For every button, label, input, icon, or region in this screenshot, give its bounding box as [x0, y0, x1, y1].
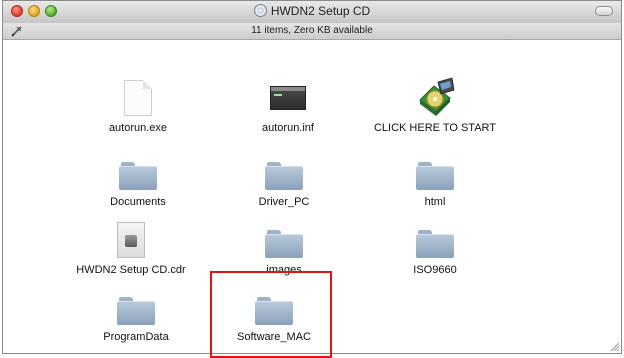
folder-item-driver-pc[interactable]: Driver_PC	[209, 148, 359, 208]
cd-icon	[253, 4, 267, 17]
file-label: CLICK HERE TO START	[373, 122, 497, 134]
disk-image-icon	[117, 222, 145, 258]
file-label: html	[424, 196, 446, 208]
file-item-click-here-to-start[interactable]: CLICK HERE TO START	[360, 74, 510, 134]
file-label: autorun.inf	[262, 122, 314, 134]
title-bar[interactable]: HWDN2 Setup CD	[3, 1, 621, 24]
file-label: ProgramData	[103, 331, 169, 343]
file-label: Driver_PC	[258, 196, 310, 208]
folder-item-programdata[interactable]: ProgramData	[61, 283, 211, 343]
icon-container	[360, 74, 510, 118]
file-item-autorun-inf[interactable]: autorun.inf	[213, 74, 363, 134]
folder-icon	[265, 162, 303, 190]
file-item-disk-image[interactable]: HWDN2 Setup CD.cdr	[56, 216, 206, 276]
folder-icon	[119, 162, 157, 190]
icon-container	[63, 74, 213, 118]
icon-container	[61, 283, 211, 327]
file-label: Documents	[110, 196, 166, 208]
status-bar: 11 items, Zero KB available	[3, 23, 621, 40]
highlight-box	[210, 271, 332, 358]
icon-container	[56, 216, 206, 260]
icon-container	[213, 74, 363, 118]
resize-grip-icon[interactable]	[609, 341, 619, 351]
folder-item-html[interactable]: html	[360, 148, 510, 208]
icon-container	[360, 148, 510, 192]
file-label: HWDN2 Setup CD.cdr	[76, 264, 186, 276]
file-item-autorun-exe[interactable]: autorun.exe	[63, 74, 213, 134]
folder-icon	[416, 162, 454, 190]
folder-item-images[interactable]: images	[209, 216, 359, 276]
folder-icon	[416, 230, 454, 258]
folder-item-iso9660[interactable]: ISO9660	[360, 216, 510, 276]
file-label: ISO9660	[413, 264, 457, 276]
icon-container	[209, 216, 359, 260]
icon-container	[63, 148, 213, 192]
folder-icon	[117, 297, 155, 325]
pencil-icon	[11, 26, 22, 37]
terminal-file-icon	[270, 86, 306, 110]
icon-container	[360, 216, 510, 260]
icon-container	[209, 148, 359, 192]
file-label: autorun.exe	[108, 122, 168, 134]
status-text: 11 items, Zero KB available	[251, 25, 373, 36]
window-title: HWDN2 Setup CD	[270, 4, 371, 18]
folder-item-documents[interactable]: Documents	[63, 148, 213, 208]
folder-icon	[265, 230, 303, 258]
window-title-group: HWDN2 Setup CD	[3, 4, 621, 18]
installer-disc-icon	[419, 77, 455, 116]
toolbar-toggle-button[interactable]	[595, 6, 613, 16]
document-icon	[124, 80, 152, 116]
